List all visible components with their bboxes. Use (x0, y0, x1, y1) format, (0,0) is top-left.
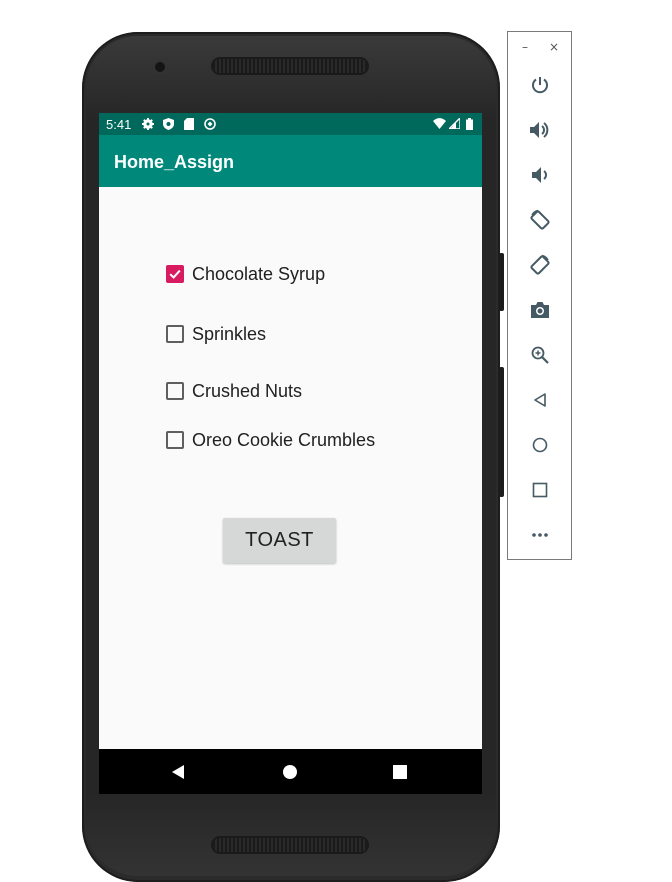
checkbox-unchecked-icon (166, 325, 184, 343)
checkbox-label: Chocolate Syrup (192, 263, 326, 284)
rotate-right-button[interactable] (529, 254, 551, 276)
app-title: Home_Assign (114, 152, 235, 172)
checkbox-label: Sprinkles (192, 323, 267, 344)
sync-icon (204, 118, 216, 130)
recents-icon (393, 764, 407, 779)
more-button[interactable] (529, 524, 551, 546)
front-camera (155, 62, 165, 72)
rotate-right-icon (530, 254, 550, 275)
power-icon (532, 77, 548, 94)
sd-card-icon (184, 118, 194, 130)
status-time: 5:41 (106, 117, 132, 132)
overview-icon (532, 482, 548, 498)
checkbox-label: Crushed Nuts (192, 380, 303, 401)
back-icon (534, 393, 546, 407)
rotate-left-button[interactable] (529, 209, 551, 231)
more-icon (532, 533, 548, 537)
camera-icon (531, 302, 549, 318)
volume-rocker (499, 253, 504, 311)
minimize-button[interactable]: – (522, 40, 528, 54)
volume-up-icon (530, 122, 549, 138)
zoom-button[interactable] (529, 344, 551, 366)
close-button[interactable]: × (549, 40, 559, 54)
checkbox-oreo-cookie-crumbles[interactable]: Oreo Cookie Crumbles (166, 428, 375, 452)
signal-icon (449, 118, 460, 129)
battery-icon (466, 118, 473, 130)
rotate-left-icon (530, 209, 550, 230)
shield-icon (163, 118, 174, 130)
checkbox-sprinkles[interactable]: Sprinkles (166, 322, 266, 346)
checkbox-unchecked-icon (166, 382, 184, 400)
bottom-speaker (213, 838, 367, 852)
volume-down-icon (532, 167, 547, 183)
home-icon (283, 764, 297, 779)
device-screen: 5:41 Home_Assign Chocolate Syrup Sprinkl… (99, 113, 482, 794)
toolbar-back-button[interactable] (529, 389, 551, 411)
app-bar: Home_Assign (99, 135, 482, 187)
checkbox-crushed-nuts[interactable]: Crushed Nuts (166, 379, 302, 403)
toast-button[interactable]: TOAST (223, 518, 336, 563)
home-icon (532, 437, 548, 453)
zoom-icon (531, 346, 549, 364)
power-side-button (499, 367, 504, 497)
emulator-toolbar: – × (507, 31, 572, 560)
wifi-icon (433, 118, 446, 129)
back-icon (172, 764, 184, 779)
toolbar-overview-button[interactable] (529, 479, 551, 501)
checkbox-unchecked-icon (166, 431, 184, 449)
settings-icon (142, 118, 154, 130)
checkbox-chocolate-syrup[interactable]: Chocolate Syrup (166, 262, 325, 286)
volume-down-button[interactable] (529, 164, 551, 186)
toolbar-home-button[interactable] (529, 434, 551, 456)
nav-home-button[interactable] (270, 749, 310, 794)
nav-recents-button[interactable] (380, 749, 420, 794)
top-speaker (213, 59, 367, 73)
checkbox-checked-icon (166, 265, 184, 283)
power-button[interactable] (529, 74, 551, 96)
navigation-bar (99, 749, 482, 794)
checkbox-label: Oreo Cookie Crumbles (192, 429, 376, 450)
nav-back-button[interactable] (158, 749, 198, 794)
volume-up-button[interactable] (529, 119, 551, 141)
screenshot-button[interactable] (529, 299, 551, 321)
status-bar: 5:41 (99, 113, 482, 135)
